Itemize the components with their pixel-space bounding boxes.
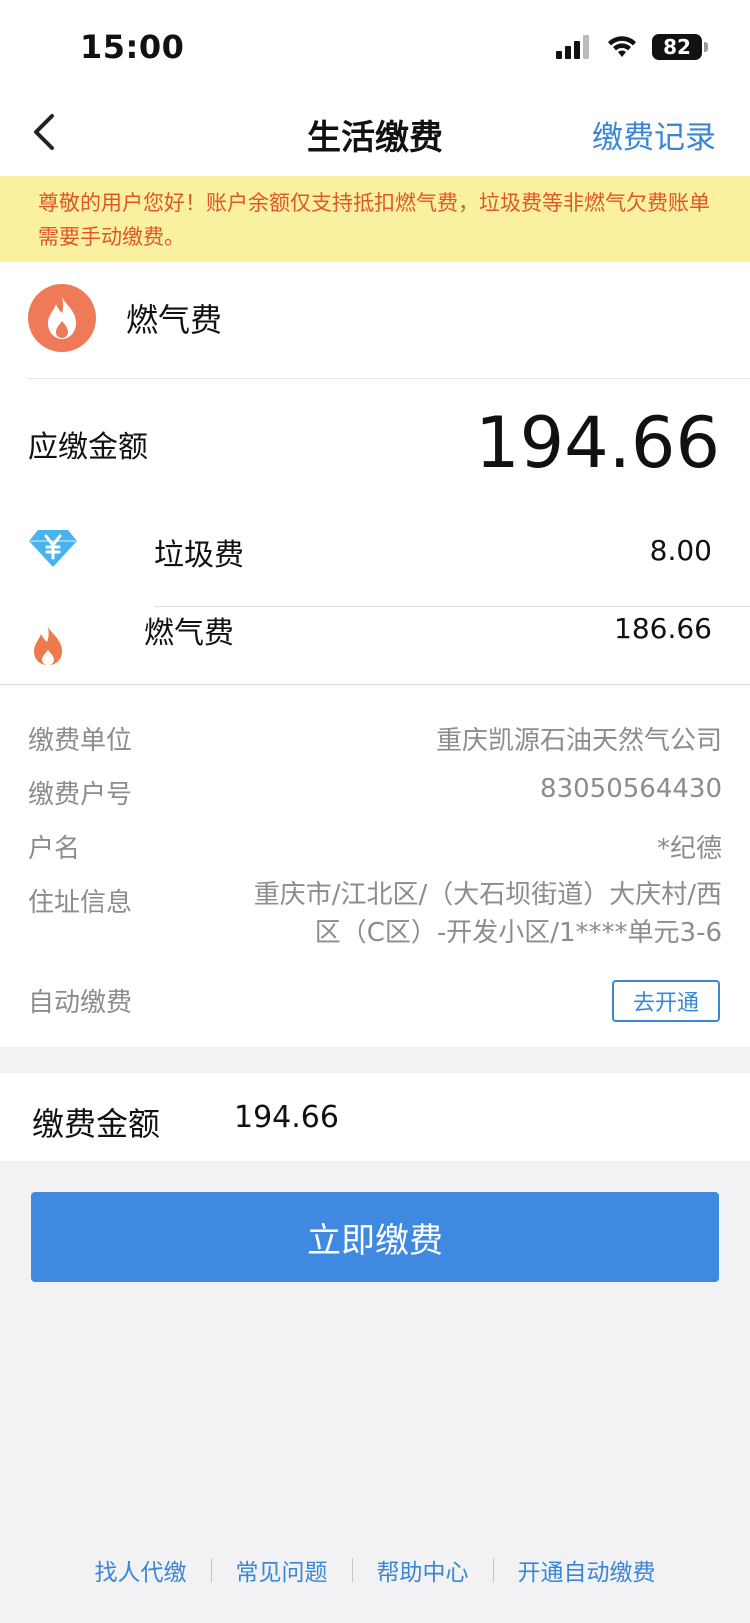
status-bar: 15:00 82 bbox=[0, 0, 750, 88]
status-time: 15:00 bbox=[80, 28, 185, 66]
bill-item-label-gas: 燃气费 bbox=[144, 616, 234, 651]
divider bbox=[28, 378, 750, 379]
status-icons: 82 bbox=[556, 34, 708, 60]
yen-diamond-icon bbox=[29, 530, 77, 567]
unit-value: 重庆凯源石油天然气公司 bbox=[435, 726, 722, 756]
gas-category-icon bbox=[28, 284, 96, 352]
enable-auto-pay-button[interactable]: 去开通 bbox=[612, 980, 720, 1022]
divider bbox=[0, 684, 750, 685]
account-label: 缴费户号 bbox=[28, 780, 133, 810]
footer-link-faq[interactable]: 常见问题 bbox=[236, 1553, 328, 1587]
footer-separator bbox=[492, 1558, 494, 1582]
divider bbox=[154, 606, 750, 607]
pay-now-button[interactable]: 立即缴费 bbox=[31, 1192, 719, 1282]
notice-text: 尊敬的用户您好！账户余额仅支持抵扣燃气费，垃圾费等非燃气欠费账单需要手动缴费。 bbox=[38, 191, 710, 249]
footer-link-auto-pay[interactable]: 开通自动缴费 bbox=[518, 1553, 656, 1587]
footer-link-proxy-pay[interactable]: 找人代缴 bbox=[95, 1553, 187, 1587]
footer-link-help-center[interactable]: 帮助中心 bbox=[377, 1553, 469, 1587]
footer-links: 找人代缴 常见问题 帮助中心 开通自动缴费 bbox=[0, 1553, 750, 1587]
bill-category-label: 燃气费 bbox=[126, 301, 223, 339]
notice-banner: 尊敬的用户您好！账户余额仅支持抵扣燃气费，垃圾费等非燃气欠费账单需要手动缴费。 bbox=[0, 176, 750, 262]
footer-separator bbox=[210, 1558, 212, 1582]
due-amount-label: 应缴金额 bbox=[28, 430, 148, 465]
footer-separator bbox=[351, 1558, 353, 1582]
auto-pay-label: 自动缴费 bbox=[28, 988, 133, 1018]
bill-category-header: 燃气费 bbox=[28, 284, 222, 352]
unit-label: 缴费单位 bbox=[28, 726, 133, 756]
bill-item-label-garbage: 垃圾费 bbox=[154, 538, 244, 573]
name-value: *纪德 bbox=[656, 834, 722, 864]
wifi-icon bbox=[608, 36, 636, 57]
bill-item-value-gas: 186.66 bbox=[614, 612, 712, 645]
bill-card: 燃气费 应缴金额 194.66 垃圾费 8.00 燃气费 186.66 缴费单位… bbox=[0, 262, 750, 1047]
account-value: 83050564430 bbox=[540, 774, 722, 804]
due-amount-value: 194.66 bbox=[475, 402, 720, 484]
payment-amount-row: 缴费金额 194.66 bbox=[0, 1073, 750, 1161]
nav-bar: 生活缴费 缴费记录 bbox=[0, 88, 750, 176]
flame-icon bbox=[34, 627, 62, 665]
payment-amount-input[interactable]: 194.66 bbox=[234, 1100, 339, 1135]
signal-icon bbox=[556, 35, 589, 59]
bill-item-value-garbage: 8.00 bbox=[649, 534, 712, 567]
payment-records-link[interactable]: 缴费记录 bbox=[592, 112, 716, 157]
name-label: 户名 bbox=[28, 834, 81, 864]
address-value: 重庆市/江北区/（大石坝街道）大庆村/西区（C区）-开发小区/1****单元3-… bbox=[253, 880, 722, 948]
payment-amount-label: 缴费金额 bbox=[32, 1105, 161, 1143]
battery-icon: 82 bbox=[652, 34, 708, 60]
address-label: 住址信息 bbox=[28, 888, 133, 918]
